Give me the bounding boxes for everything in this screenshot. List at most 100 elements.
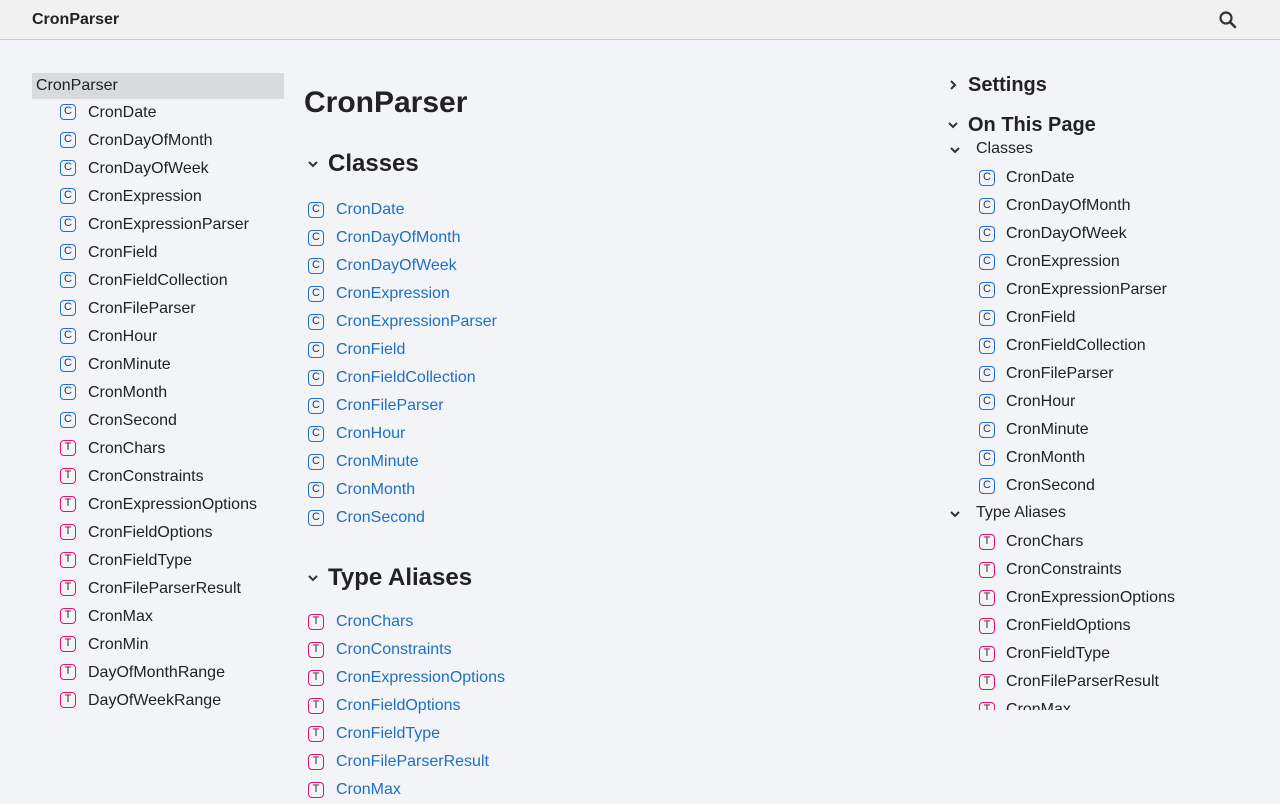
- member-link[interactable]: CronDayOfMonth: [336, 229, 461, 246]
- member-link[interactable]: CronChars: [336, 613, 413, 630]
- toc-item[interactable]: T CronConstraints: [948, 556, 1175, 584]
- class-kind-icon: C: [60, 328, 76, 344]
- sidebar-item[interactable]: T CronConstraints: [32, 463, 284, 491]
- toc-item[interactable]: T CronExpressionOptions: [948, 584, 1175, 612]
- sidebar-item-label: CronFieldType: [88, 552, 193, 569]
- toc-item[interactable]: C CronFileParser: [948, 360, 1167, 388]
- sidebar-item-label: CronSecond: [88, 412, 177, 429]
- sidebar-item[interactable]: T CronFieldType: [32, 547, 284, 575]
- sidebar-item[interactable]: T CronMin: [32, 631, 284, 659]
- chevron-down-icon: [308, 575, 318, 582]
- toc-item[interactable]: C CronHour: [948, 388, 1167, 416]
- toc-item[interactable]: C CronDayOfMonth: [948, 192, 1167, 220]
- toc-item[interactable]: T CronFieldOptions: [948, 612, 1175, 640]
- type-alias-kind-icon: T: [979, 562, 995, 578]
- class-kind-icon: C: [60, 300, 76, 316]
- sidebar-item[interactable]: C CronHour: [32, 323, 284, 351]
- sidebar-item[interactable]: C CronField: [32, 239, 284, 267]
- sidebar-item[interactable]: C CronExpression: [32, 183, 284, 211]
- class-kind-icon: C: [308, 398, 324, 414]
- member-link[interactable]: CronMonth: [336, 481, 415, 498]
- sidebar-item[interactable]: C CronMinute: [32, 351, 284, 379]
- toc-item[interactable]: C CronExpressionParser: [948, 276, 1167, 304]
- chevron-right-icon: [950, 80, 957, 90]
- member-link[interactable]: CronDate: [336, 201, 404, 218]
- sidebar-item-label: CronMin: [88, 636, 149, 653]
- member-link[interactable]: CronConstraints: [336, 641, 452, 658]
- sidebar-item[interactable]: C CronSecond: [32, 407, 284, 435]
- sidebar-item-label: CronMonth: [88, 384, 168, 401]
- sidebar-item-label: DayOfWeekRange: [88, 692, 222, 709]
- member-link[interactable]: CronFieldCollection: [336, 369, 476, 386]
- type-alias-kind-icon: T: [979, 646, 995, 662]
- sidebar-item-root[interactable]: CronParser: [32, 73, 284, 99]
- class-kind-icon: C: [308, 286, 324, 302]
- toc-item[interactable]: C CronField: [948, 304, 1167, 332]
- toc-item[interactable]: C CronSecond: [948, 472, 1167, 500]
- sidebar-item[interactable]: T DayOfWeekRange: [32, 687, 284, 715]
- toc-item[interactable]: C CronDayOfWeek: [948, 220, 1167, 248]
- toc-item-label: CronSecond: [1006, 477, 1095, 494]
- class-kind-icon: C: [308, 258, 324, 274]
- sidebar-item-label: CronExpression: [88, 188, 202, 205]
- member-link[interactable]: CronFileParserResult: [336, 753, 489, 770]
- toc-item[interactable]: C CronExpression: [948, 248, 1167, 276]
- member-link[interactable]: CronFileParser: [336, 397, 444, 414]
- toc-item[interactable]: C CronMonth: [948, 444, 1167, 472]
- member-link[interactable]: CronFieldOptions: [336, 697, 461, 714]
- member-link[interactable]: CronDayOfWeek: [336, 257, 457, 274]
- member-link[interactable]: CronFieldType: [336, 725, 440, 742]
- sidebar-item[interactable]: C CronFieldCollection: [32, 267, 284, 295]
- sidebar-item[interactable]: C CronMonth: [32, 379, 284, 407]
- member-link[interactable]: CronSecond: [336, 509, 425, 526]
- site-title-link[interactable]: CronParser: [32, 11, 119, 29]
- section-title: Type Aliases: [328, 564, 473, 591]
- toc-group-title: Classes: [976, 140, 1033, 157]
- sidebar-item[interactable]: C CronExpressionParser: [32, 211, 284, 239]
- class-kind-icon: C: [979, 254, 995, 270]
- sidebar-item[interactable]: C CronDate: [32, 99, 284, 127]
- member-link[interactable]: CronExpressionParser: [336, 313, 497, 330]
- toc-item-label: CronConstraints: [1006, 561, 1122, 578]
- sidebar-item[interactable]: C CronDayOfMonth: [32, 127, 284, 155]
- member-link[interactable]: CronHour: [336, 425, 405, 442]
- sidebar-item[interactable]: T CronFileParserResult: [32, 575, 284, 603]
- toc-item-label: CronHour: [1006, 393, 1076, 410]
- member-link[interactable]: CronMinute: [336, 453, 419, 470]
- sidebar-item[interactable]: T DayOfMonthRange: [32, 659, 284, 687]
- sidebar-item-label: CronDayOfMonth: [88, 132, 213, 149]
- member-item: C CronFieldCollection: [304, 364, 497, 392]
- class-kind-icon: C: [60, 412, 76, 428]
- sidebar-item[interactable]: T CronFieldOptions: [32, 519, 284, 547]
- sidebar-item-label: CronField: [88, 244, 158, 261]
- toc-item-label: CronExpressionOptions: [1006, 589, 1175, 606]
- member-link[interactable]: CronExpression: [336, 285, 450, 302]
- search-icon[interactable]: [1218, 10, 1238, 30]
- sidebar-item[interactable]: C CronFileParser: [32, 295, 284, 323]
- class-kind-icon: C: [979, 310, 995, 326]
- toc-item-label: CronFieldCollection: [1006, 337, 1146, 354]
- sidebar-item[interactable]: T CronMax: [32, 603, 284, 631]
- toc-item[interactable]: T CronFieldType: [948, 640, 1175, 668]
- member-link[interactable]: CronExpressionOptions: [336, 669, 505, 686]
- toc-item[interactable]: C CronMinute: [948, 416, 1167, 444]
- sidebar-item[interactable]: C CronDayOfWeek: [32, 155, 284, 183]
- toc-item[interactable]: T CronFileParserResult: [948, 668, 1175, 696]
- member-link[interactable]: CronMax: [336, 781, 401, 798]
- member-link[interactable]: CronField: [336, 341, 405, 358]
- toc-item-label: CronDayOfWeek: [1006, 225, 1127, 242]
- toc-item[interactable]: C CronDate: [948, 164, 1167, 192]
- type-alias-kind-icon: T: [308, 698, 324, 714]
- toc-item[interactable]: T CronMax: [948, 696, 1175, 710]
- sidebar-item[interactable]: T CronChars: [32, 435, 284, 463]
- member-item: C CronField: [304, 336, 497, 364]
- sidebar-item[interactable]: T CronExpressionOptions: [32, 491, 284, 519]
- sidebar-item-label: CronMax: [88, 608, 153, 625]
- type-alias-kind-icon: T: [308, 782, 324, 798]
- toc-item[interactable]: C CronFieldCollection: [948, 332, 1167, 360]
- toc-item[interactable]: T CronChars: [948, 528, 1175, 556]
- type-alias-kind-icon: T: [308, 754, 324, 770]
- class-kind-icon: C: [308, 370, 324, 386]
- member-item: T CronChars: [304, 608, 505, 636]
- member-item: C CronDayOfWeek: [304, 252, 497, 280]
